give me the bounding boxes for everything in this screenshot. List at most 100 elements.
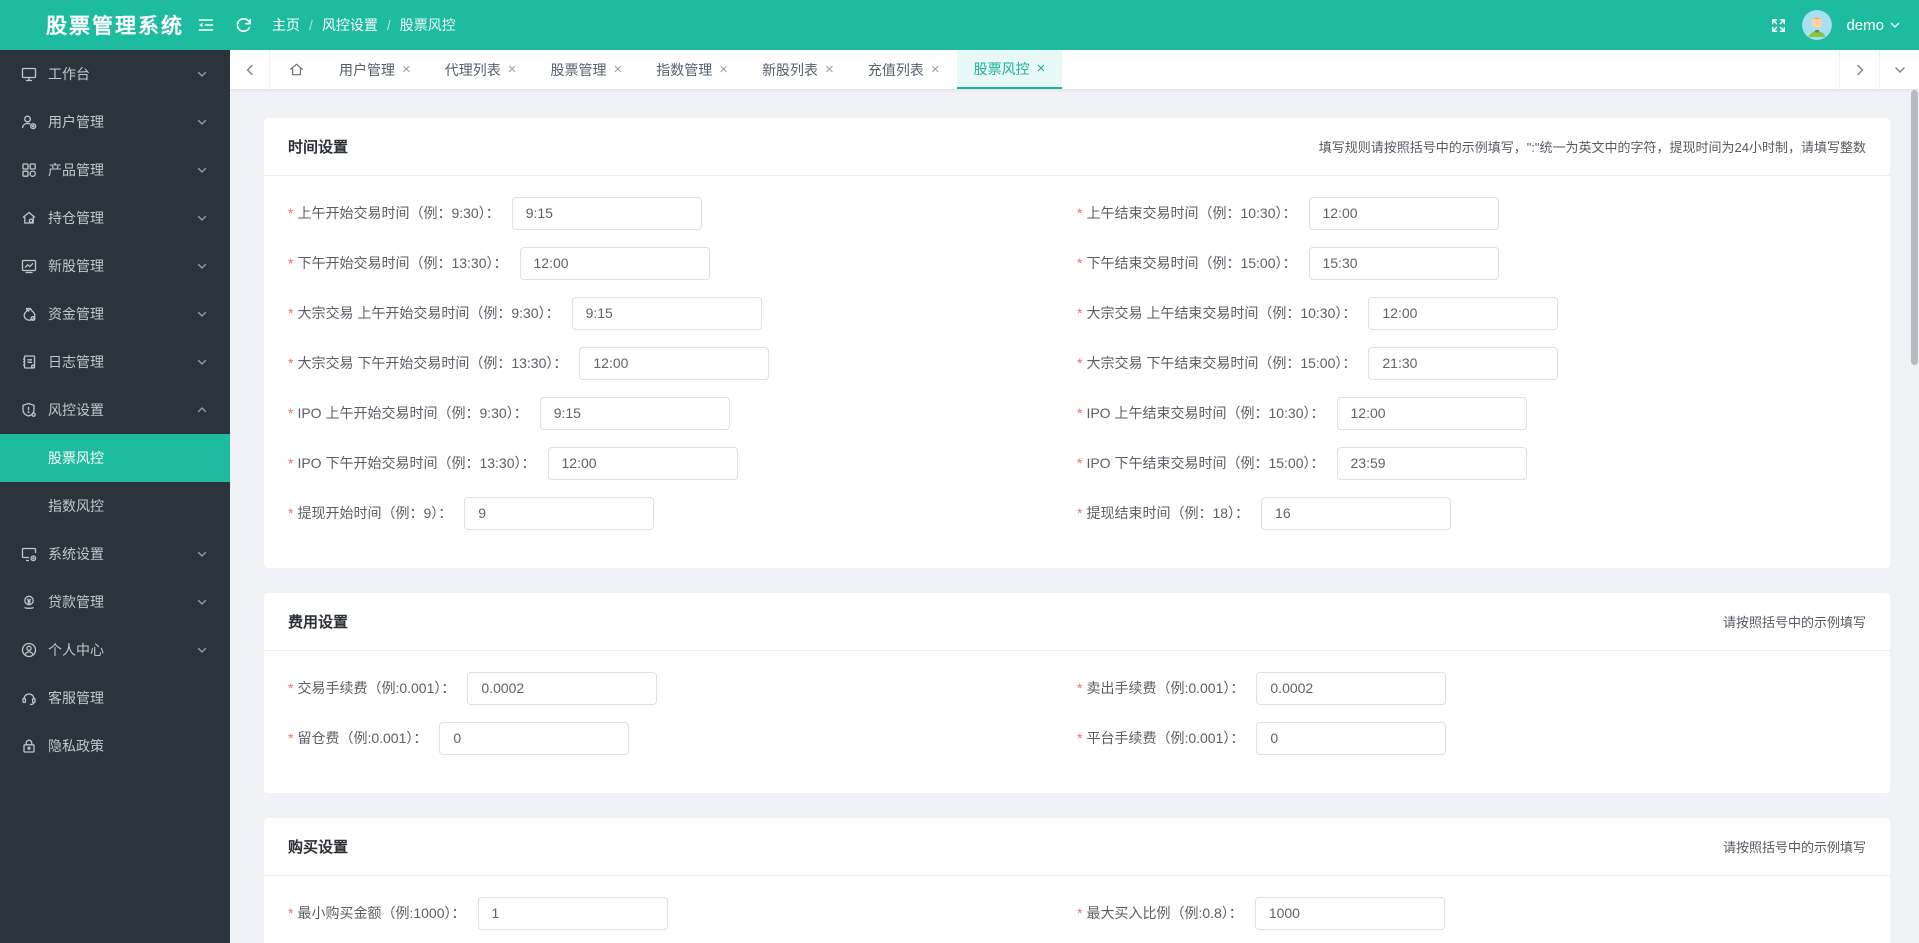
field-input[interactable] <box>547 446 738 480</box>
form-field <box>288 938 1077 943</box>
tabs-scroll-right-button[interactable] <box>1839 50 1879 89</box>
field-label: 大宗交易 上午开始交易时间（例：9:30）： <box>297 305 560 321</box>
sidebar-item-privacy-policy[interactable]: 隐私政策 <box>0 722 230 770</box>
fullscreen-button[interactable] <box>1769 16 1788 35</box>
close-icon[interactable]: × <box>508 62 517 77</box>
required-mark: * <box>1077 205 1083 221</box>
form-field: * 提现结束时间（例：18）： <box>1077 488 1866 538</box>
tab-label: 代理列表 <box>444 61 501 78</box>
required-mark: * <box>288 305 294 321</box>
tab-home[interactable] <box>270 50 322 89</box>
sidebar-item-position-management[interactable]: 持仓管理 <box>0 194 230 242</box>
field-input[interactable] <box>511 196 702 230</box>
card-body: * 最小购买金额（例:1000）： * 最大买入比例（例:0.8）： <box>264 876 1890 943</box>
form-field: * IPO 下午开始交易时间（例：13:30）： <box>288 438 1077 488</box>
sidebar-collapse-button[interactable] <box>196 0 216 50</box>
field-input[interactable] <box>1368 296 1559 330</box>
field-input[interactable] <box>1336 446 1527 480</box>
field-label: IPO 上午开始交易时间（例：9:30）： <box>297 405 528 421</box>
tab-index-management[interactable]: 指数管理 × <box>639 50 745 89</box>
sidebar-item-label: 资金管理 <box>48 306 104 322</box>
sidebar-item-new-stock-management[interactable]: 新股管理 <box>0 242 230 290</box>
sidebar-item-customer-service[interactable]: 客服管理 <box>0 674 230 722</box>
field-input[interactable] <box>539 396 730 430</box>
form-field: * 大宗交易 下午结束交易时间（例：15:00）： <box>1077 338 1866 388</box>
field-input[interactable] <box>579 346 770 380</box>
headset-icon <box>22 693 36 706</box>
sidebar-item-risk-settings[interactable]: 风控设置 <box>0 386 230 434</box>
sidebar-item-user-management[interactable]: 用户管理 <box>0 98 230 146</box>
field-input[interactable] <box>1256 721 1447 755</box>
field-label: 上午结束交易时间（例：10:30）： <box>1086 205 1297 221</box>
field-label: 最小购买金额（例:1000）： <box>297 905 466 921</box>
sidebar-item-product-management[interactable]: 产品管理 <box>0 146 230 194</box>
field-input[interactable] <box>519 246 710 280</box>
card-header: 时间设置 填写规则请按照括号中的示例填写，":"统一为英文中的字符，提现时间为2… <box>264 118 1890 176</box>
chevron-down-icon <box>197 215 207 221</box>
refresh-button[interactable] <box>234 0 253 50</box>
required-mark: * <box>288 505 294 521</box>
form-field: * 上午开始交易时间（例：9:30）： <box>288 188 1077 238</box>
field-input[interactable] <box>477 896 668 930</box>
field-input[interactable] <box>1368 346 1559 380</box>
tab-recharge-list[interactable]: 充值列表 × <box>851 50 957 89</box>
chevron-down-icon <box>197 119 207 125</box>
card-body: * 上午开始交易时间（例：9:30）： * 上午结束交易时间（例：10:30）：… <box>264 176 1890 568</box>
field-input[interactable] <box>1336 396 1527 430</box>
sidebar-item-profile-center[interactable]: 个人中心 <box>0 626 230 674</box>
chevron-down-icon <box>197 359 207 365</box>
close-icon[interactable]: × <box>931 62 940 77</box>
tab-stock-management[interactable]: 股票管理 × <box>534 50 640 89</box>
user-menu[interactable]: demo <box>1846 17 1901 34</box>
sidebar-item-label: 用户管理 <box>48 114 104 130</box>
field-input[interactable] <box>1308 246 1499 280</box>
field-input[interactable] <box>439 721 630 755</box>
breadcrumb-separator: / <box>386 17 391 33</box>
close-icon[interactable]: × <box>719 62 728 77</box>
field-input[interactable] <box>571 296 762 330</box>
close-icon[interactable]: × <box>1037 61 1046 76</box>
tab-stock-risk[interactable]: 股票风控 × <box>956 50 1063 89</box>
tab-agent-list[interactable]: 代理列表 × <box>428 50 534 89</box>
breadcrumb-home[interactable]: 主页 <box>272 15 300 35</box>
shield-alert-icon <box>22 402 36 417</box>
avatar[interactable] <box>1802 10 1833 40</box>
sidebar-item-label: 股票风控 <box>48 450 104 466</box>
form-field: * 平台手续费（例:0.001）： <box>1077 713 1866 763</box>
sidebar-item-log-management[interactable]: 日志管理 <box>0 338 230 386</box>
chevron-down-icon <box>197 551 207 557</box>
close-icon[interactable]: × <box>614 62 623 77</box>
loan-icon <box>24 595 34 609</box>
required-mark: * <box>1077 505 1083 521</box>
close-icon[interactable]: × <box>825 62 834 77</box>
field-input[interactable] <box>464 496 655 530</box>
scrollbar-thumb[interactable] <box>1911 90 1918 365</box>
sidebar-item-funds-management[interactable]: 资金管理 <box>0 290 230 338</box>
sidebar-item-label: 风控设置 <box>48 402 104 418</box>
chevron-left-icon <box>245 64 253 75</box>
field-input[interactable] <box>1308 196 1499 230</box>
form-field: * 下午结束交易时间（例：15:00）： <box>1077 238 1866 288</box>
tab-user-management[interactable]: 用户管理 × <box>322 50 428 89</box>
sidebar-item-workbench[interactable]: 工作台 <box>0 50 230 98</box>
buy-settings-card: 购买设置 请按照括号中的示例填写 * 最小购买金额（例:1000）： * 最大买… <box>264 818 1890 943</box>
field-input[interactable] <box>467 671 658 705</box>
fold-icon <box>196 15 216 35</box>
sidebar-subitem-index-risk[interactable]: 指数风控 <box>0 482 230 530</box>
tab-label: 充值列表 <box>867 61 924 78</box>
sidebar-item-system-settings[interactable]: 系统设置 <box>0 530 230 578</box>
refresh-icon <box>234 16 253 35</box>
field-input[interactable] <box>1256 671 1447 705</box>
sidebar-subitem-stock-risk[interactable]: 股票风控 <box>0 434 230 482</box>
field-label: 交易手续费（例:0.001）： <box>297 680 456 696</box>
field-label: 大宗交易 下午开始交易时间（例：13:30）： <box>297 355 568 371</box>
sidebar-item-loan-management[interactable]: 贷款管理 <box>0 578 230 626</box>
field-input[interactable] <box>1254 896 1445 930</box>
field-input[interactable] <box>1261 496 1452 530</box>
sidebar-item-label: 产品管理 <box>48 162 104 178</box>
close-icon[interactable]: × <box>402 62 411 77</box>
tabs-menu-button[interactable] <box>1879 50 1919 89</box>
tab-new-stock-list[interactable]: 新股列表 × <box>745 50 851 89</box>
field-label: 最大买入比例（例:0.8）： <box>1086 905 1243 921</box>
tabs-scroll-left-button[interactable] <box>230 50 270 89</box>
